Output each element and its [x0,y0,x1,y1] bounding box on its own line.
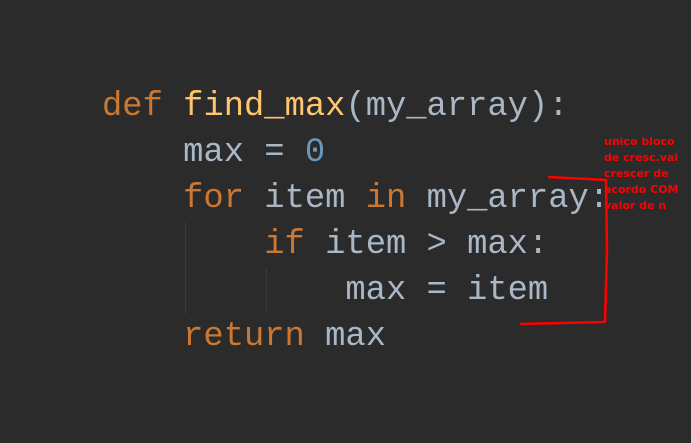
annotation-note: unico bloco de cresc.vai crescer de acor… [604,134,691,214]
note-line: de cresc.vai [604,151,679,164]
note-line: crescer de [604,167,669,180]
note-line: unico bloco [604,135,675,148]
annotation-bracket [519,175,609,326]
note-line: acordo COM [604,183,679,196]
note-line: valor de n [604,199,667,212]
